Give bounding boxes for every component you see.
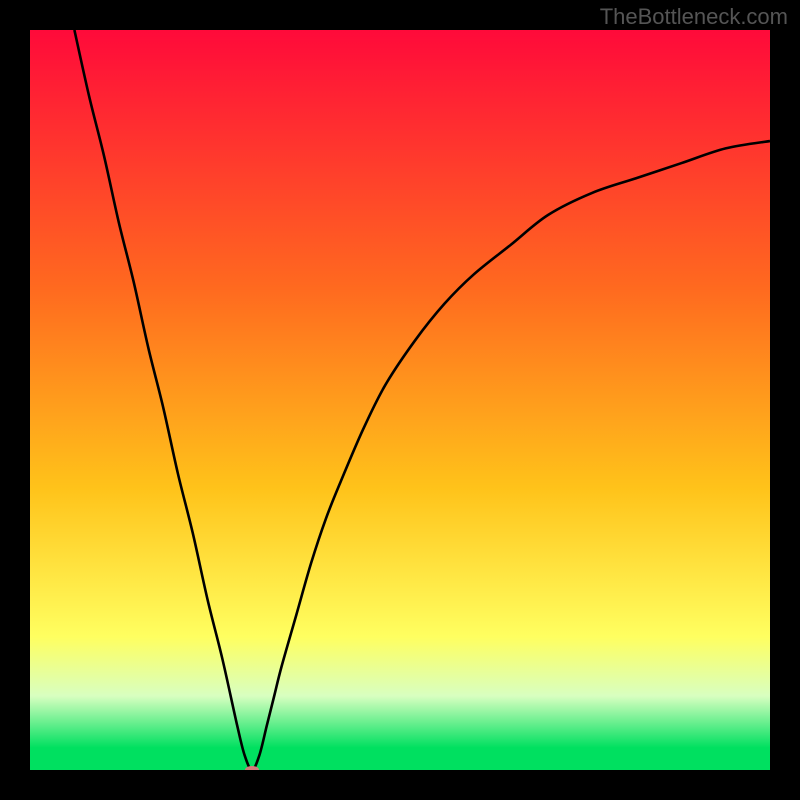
bottleneck-chart [30, 30, 770, 770]
watermark-text: TheBottleneck.com [600, 4, 788, 30]
chart-container: { "watermark": "TheBottleneck.com", "cha… [0, 0, 800, 800]
plot-background [30, 30, 770, 770]
